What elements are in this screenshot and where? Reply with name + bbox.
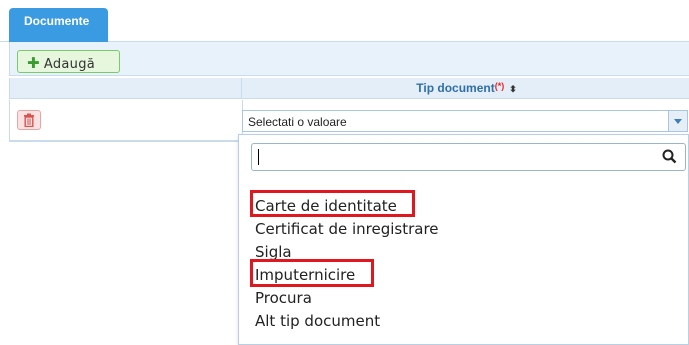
required-marker: (*) [494, 81, 505, 91]
search-icon[interactable] [662, 149, 677, 164]
tab-documente[interactable]: Documente [9, 8, 108, 42]
dropdown-panel: Carte de identitate Certificat de inregi… [238, 134, 689, 345]
add-button[interactable]: ✚ Adaugă [17, 50, 120, 73]
column-header-label: Tip document [416, 81, 495, 95]
sort-icon[interactable]: ⬍ [509, 84, 517, 95]
dropdown-arrow-icon[interactable] [668, 111, 687, 131]
column-header-tip-document[interactable]: Tip document(*) ⬍ [243, 78, 689, 99]
highlight-box-imputernicire [250, 259, 374, 287]
trash-icon [24, 113, 34, 128]
document-type-select[interactable]: Selectati o valoare [242, 110, 688, 132]
header-cell-actions [10, 78, 242, 99]
option-alt-tip-document[interactable]: Alt tip document [255, 312, 380, 330]
text-caret [258, 149, 259, 165]
tab-bar: Documente [0, 0, 689, 42]
plus-icon: ✚ [27, 54, 40, 72]
toolbar: ✚ Adaugă [9, 42, 689, 76]
option-procura[interactable]: Procura [255, 289, 312, 307]
select-value: Selectati o valoare [248, 115, 347, 129]
table-header: Tip document(*) ⬍ [9, 78, 689, 99]
option-certificat-de-inregistrare[interactable]: Certificat de inregistrare [255, 220, 439, 238]
search-input[interactable] [251, 143, 686, 171]
highlight-box-carte-de-identitate [250, 190, 415, 217]
delete-button[interactable] [17, 110, 41, 130]
add-button-label: Adaugă [43, 57, 96, 72]
